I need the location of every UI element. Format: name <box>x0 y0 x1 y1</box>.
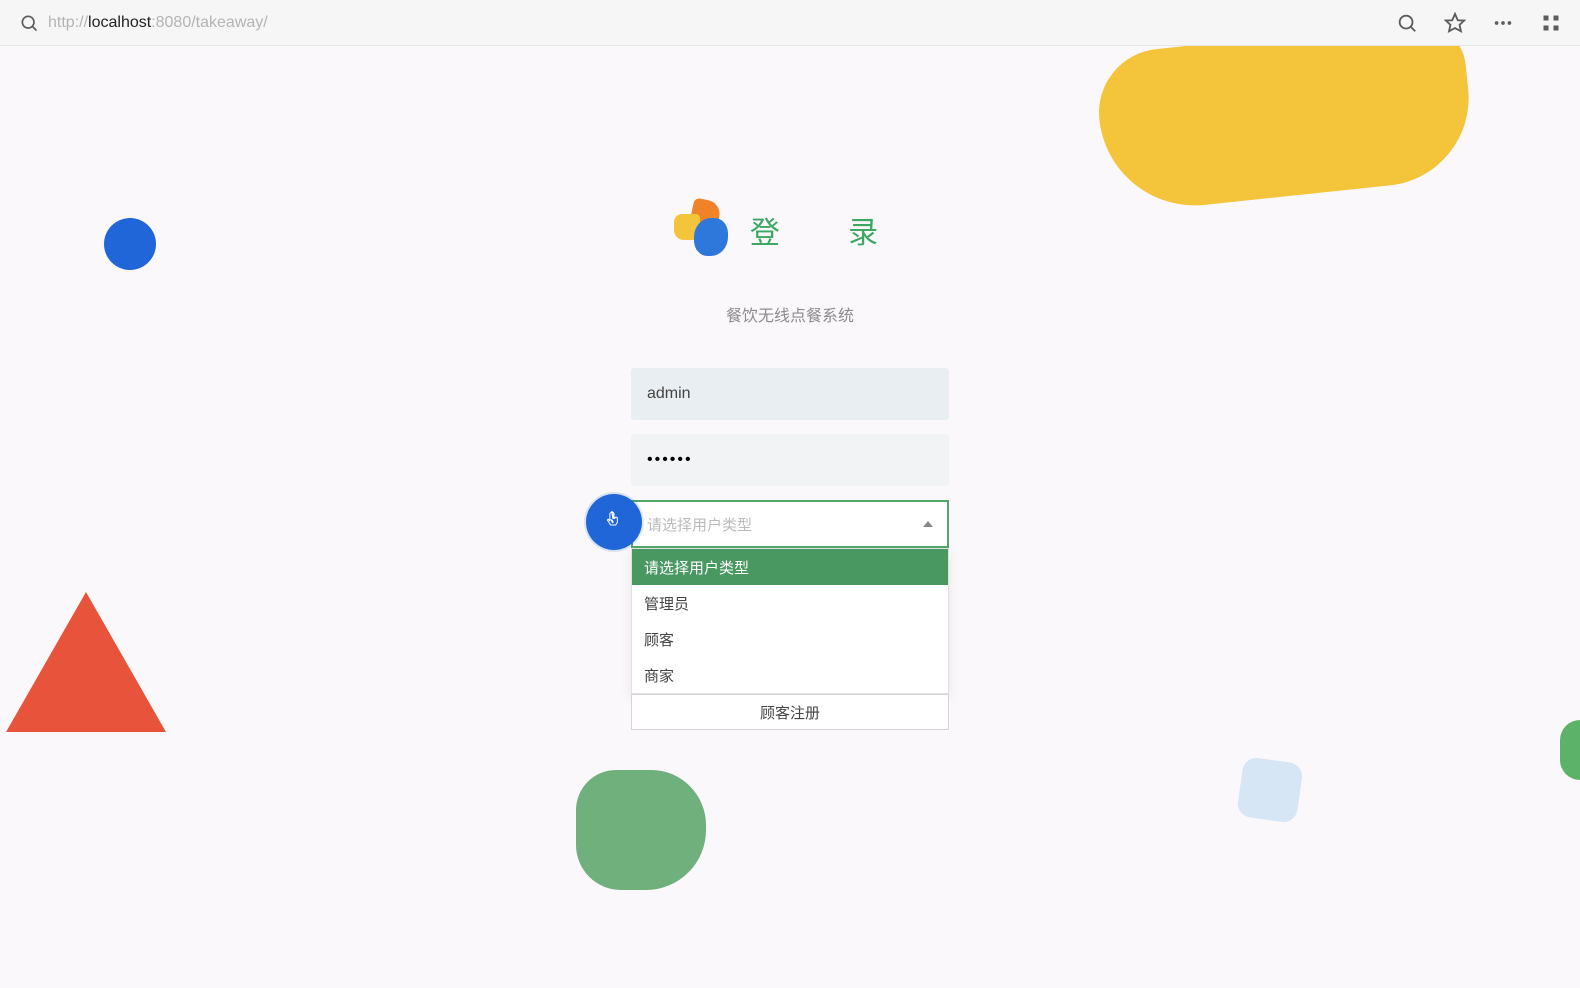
pointer-icon <box>604 510 624 535</box>
url-host: localhost <box>88 14 151 31</box>
password-input[interactable] <box>647 434 933 486</box>
select-placeholder: 请选择用户类型 <box>647 514 752 535</box>
decor-blue-circle <box>104 218 156 270</box>
chevron-up-icon <box>923 521 933 527</box>
username-input[interactable] <box>631 368 949 420</box>
login-form: 登 录 餐饮无线点餐系统 请选择用户类型 请选择用户类型 管理员 顾客 商家 顾… <box>630 200 950 730</box>
register-button[interactable]: 顾客注册 <box>631 694 949 730</box>
more-icon[interactable] <box>1492 12 1514 34</box>
login-subtitle: 餐饮无线点餐系统 <box>630 302 950 326</box>
star-icon[interactable] <box>1444 12 1466 34</box>
option-customer[interactable]: 顾客 <box>632 621 948 657</box>
url-protocol: http:// <box>48 14 88 31</box>
option-merchant[interactable]: 商家 <box>632 657 948 693</box>
decor-green-edge <box>1560 720 1580 780</box>
option-admin[interactable]: 管理员 <box>632 585 948 621</box>
zoom-icon[interactable] <box>1396 12 1418 34</box>
app-logo <box>672 200 732 260</box>
decor-yellow-blob <box>1093 17 1478 215</box>
browser-toolbar: http://localhost:8080/takeaway/ <box>0 0 1580 46</box>
search-icon[interactable] <box>18 12 40 34</box>
user-type-select[interactable]: 请选择用户类型 请选择用户类型 管理员 顾客 商家 顾客注册 <box>631 500 949 730</box>
option-placeholder[interactable]: 请选择用户类型 <box>632 549 948 585</box>
url-input[interactable]: http://localhost:8080/takeaway/ <box>48 14 1396 32</box>
cursor-indicator <box>586 494 642 550</box>
url-path: /takeaway/ <box>191 14 267 31</box>
decor-red-triangle <box>6 592 166 732</box>
select-dropdown: 请选择用户类型 管理员 顾客 商家 <box>631 548 949 694</box>
login-title: 登 录 <box>750 208 908 252</box>
decor-green-blob <box>576 770 706 890</box>
decor-blue-square <box>1236 756 1304 824</box>
apps-grid-icon[interactable] <box>1540 12 1562 34</box>
select-display[interactable]: 请选择用户类型 <box>631 500 949 548</box>
url-port: :8080 <box>151 14 191 31</box>
